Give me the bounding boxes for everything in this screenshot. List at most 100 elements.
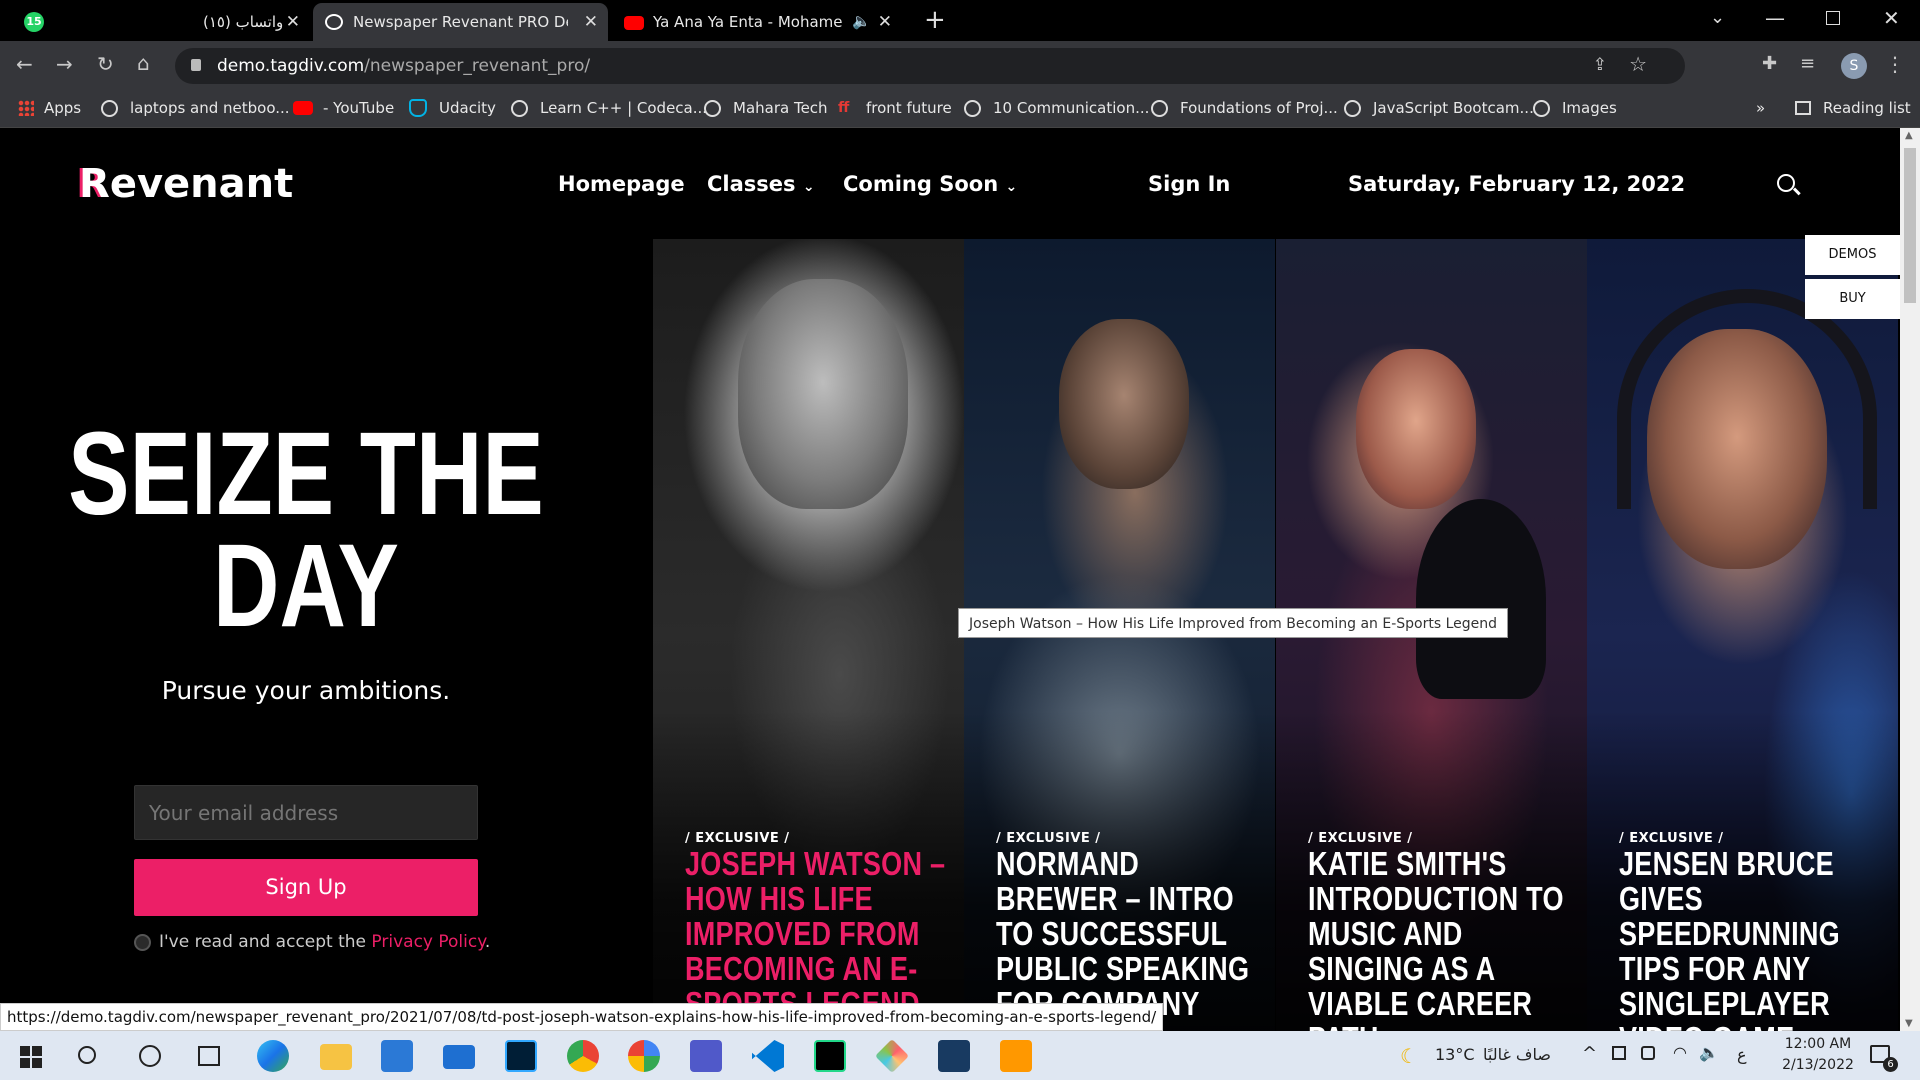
- bookmark-images[interactable]: Images: [1533, 96, 1617, 120]
- bookmark-label: Apps: [44, 99, 82, 117]
- page-scrollbar[interactable]: ▲ ▼: [1900, 128, 1920, 1031]
- task-view-icon[interactable]: [198, 1046, 220, 1066]
- tray-app-icon[interactable]: [1612, 1046, 1626, 1060]
- nav-sign-in[interactable]: Sign In: [1148, 172, 1230, 196]
- forward-icon[interactable]: →: [56, 52, 73, 76]
- reload-icon[interactable]: ↻: [97, 52, 114, 76]
- new-tab-icon[interactable]: +: [924, 5, 946, 35]
- wifi-icon[interactable]: ◠: [1673, 1043, 1687, 1062]
- article-title[interactable]: NORMAND BREWER – INTRO TO SUCCESSFUL PUB…: [996, 846, 1267, 1021]
- reading-list-label: Reading list: [1823, 99, 1911, 117]
- privacy-policy-link[interactable]: Privacy Policy: [371, 932, 484, 952]
- search-icon[interactable]: [78, 1046, 96, 1064]
- bookmark-mahara[interactable]: Mahara Tech: [704, 96, 828, 120]
- cortana-icon[interactable]: [139, 1045, 161, 1067]
- bookmark-laptops[interactable]: laptops and netboo...: [101, 96, 290, 120]
- minimize-icon[interactable]: —: [1765, 6, 1785, 30]
- bookmark-learn-cpp[interactable]: Learn C++ | Codeca...: [511, 96, 707, 120]
- nav-classes-label: Classes: [707, 172, 796, 196]
- scroll-up-icon[interactable]: ▲: [1905, 130, 1913, 141]
- youtube-icon: [624, 16, 644, 30]
- nav-homepage[interactable]: Homepage: [558, 172, 685, 196]
- microphone-shape: [1416, 499, 1546, 699]
- speaker-muted-icon[interactable]: 🔈: [852, 12, 871, 30]
- chrome-icon[interactable]: [567, 1040, 599, 1072]
- sublime-icon[interactable]: [1000, 1040, 1032, 1072]
- tab-whatsapp[interactable]: 15 (١٥) واتساب ✕: [0, 3, 310, 41]
- site-logo[interactable]: Revenant: [79, 161, 293, 207]
- more-bookmarks-button[interactable]: »: [1756, 96, 1765, 120]
- search-icon[interactable]: [1777, 174, 1801, 195]
- profile-avatar[interactable]: S: [1841, 53, 1867, 79]
- article-title[interactable]: KATIE SMITH'S INTRODUCTION TO MUSIC AND …: [1308, 846, 1579, 1031]
- tab-search-icon[interactable]: ⌄: [1710, 7, 1725, 28]
- signup-button[interactable]: Sign Up: [134, 859, 478, 916]
- article-category[interactable]: / EXCLUSIVE /: [996, 831, 1101, 846]
- bookmark-apps[interactable]: Apps: [18, 96, 81, 120]
- language-indicator[interactable]: ع: [1737, 1045, 1747, 1064]
- article-title[interactable]: JENSEN BRUCE GIVES SPEEDRUNNING TIPS FOR…: [1619, 846, 1890, 1031]
- article-card[interactable]: / EXCLUSIVE / JOSEPH WATSON – HOW HIS LI…: [653, 239, 964, 1031]
- reading-list-button[interactable]: Reading list: [1795, 96, 1911, 120]
- extensions-icon[interactable]: ✚: [1762, 53, 1777, 74]
- url-domain: demo.tagdiv.com: [217, 56, 365, 76]
- bookmark-youtube[interactable]: - YouTube: [293, 96, 394, 120]
- bookmark-udacity[interactable]: Udacity: [409, 96, 496, 120]
- demos-button[interactable]: DEMOS: [1805, 235, 1900, 275]
- pycharm-icon[interactable]: [814, 1040, 846, 1072]
- media-control-icon[interactable]: ≡: [1800, 53, 1815, 74]
- bookmark-label: Udacity: [439, 99, 496, 117]
- weather-text[interactable]: صاف غالبًا: [1483, 1045, 1551, 1064]
- notification-count: 6: [1883, 1057, 1898, 1072]
- edge-icon[interactable]: [257, 1040, 289, 1072]
- article-category[interactable]: / EXCLUSIVE /: [685, 831, 790, 846]
- whatsapp-icon: 15: [24, 12, 44, 32]
- tray-app2-icon[interactable]: [1641, 1046, 1655, 1060]
- photoshop-icon[interactable]: [505, 1040, 537, 1072]
- article-card[interactable]: / EXCLUSIVE / JENSEN BRUCE GIVES SPEEDRU…: [1587, 239, 1898, 1031]
- buy-button[interactable]: BUY: [1805, 279, 1900, 319]
- article-category[interactable]: / EXCLUSIVE /: [1308, 831, 1413, 846]
- google-icon[interactable]: [628, 1040, 660, 1072]
- tab-revenant[interactable]: Newspaper Revenant PRO Demo ✕: [313, 3, 608, 41]
- file-explorer-icon[interactable]: [320, 1044, 352, 1070]
- close-tab-icon[interactable]: ✕: [878, 12, 892, 32]
- bookmark-star-icon[interactable]: ☆: [1629, 52, 1647, 76]
- clock[interactable]: 12:00 AM 2/13/2022: [1768, 1034, 1868, 1076]
- weather-temp[interactable]: 13°C: [1435, 1045, 1475, 1064]
- bookmark-foundations[interactable]: Foundations of Proj...: [1151, 96, 1338, 120]
- address-bar[interactable]: demo.tagdiv.com/newspaper_revenant_pro/ …: [175, 48, 1685, 84]
- menu-icon[interactable]: ⋮: [1885, 52, 1905, 76]
- teams-icon[interactable]: [690, 1040, 722, 1072]
- nav-classes[interactable]: Classes ⌄: [707, 172, 815, 196]
- article-title[interactable]: JOSEPH WATSON – HOW HIS LIFE IMPROVED FR…: [685, 846, 956, 1021]
- volume-icon[interactable]: 🔈: [1699, 1043, 1719, 1062]
- bookmark-javascript[interactable]: JavaScript Bootcam...: [1344, 96, 1534, 120]
- back-icon[interactable]: ←: [16, 52, 33, 76]
- tray-overflow-icon[interactable]: ^: [1582, 1043, 1597, 1064]
- store-icon[interactable]: [381, 1040, 413, 1072]
- close-window-icon[interactable]: ✕: [1883, 6, 1900, 30]
- tab-youtube[interactable]: Ya Ana Ya Enta - Mohamed H 🔈 ✕: [612, 3, 902, 41]
- globe-icon: [704, 99, 721, 117]
- globe-icon: [964, 99, 981, 117]
- close-tab-icon[interactable]: ✕: [286, 12, 300, 32]
- scroll-down-icon[interactable]: ▼: [1905, 1018, 1913, 1029]
- home-icon[interactable]: ⌂: [137, 51, 150, 75]
- bookmark-label: Images: [1562, 99, 1617, 117]
- bookmark-front-future[interactable]: ff front future: [838, 96, 952, 120]
- restore-icon[interactable]: [1826, 11, 1840, 25]
- article-category[interactable]: / EXCLUSIVE /: [1619, 831, 1724, 846]
- close-tab-icon[interactable]: ✕: [584, 12, 598, 32]
- globe-icon: [101, 99, 118, 117]
- nav-coming-soon[interactable]: Coming Soon ⌄: [843, 172, 1017, 196]
- bookmark-communication[interactable]: 10 Communication...: [964, 96, 1149, 120]
- windows-start-icon[interactable]: [20, 1046, 42, 1068]
- share-icon[interactable]: ⇪: [1593, 55, 1607, 75]
- virtualbox-icon[interactable]: [938, 1040, 970, 1072]
- scrollbar-thumb[interactable]: [1904, 148, 1916, 303]
- mail-icon[interactable]: [443, 1045, 475, 1069]
- article-image: [1059, 319, 1189, 489]
- consent-checkbox[interactable]: [134, 933, 151, 951]
- email-input[interactable]: [134, 785, 478, 840]
